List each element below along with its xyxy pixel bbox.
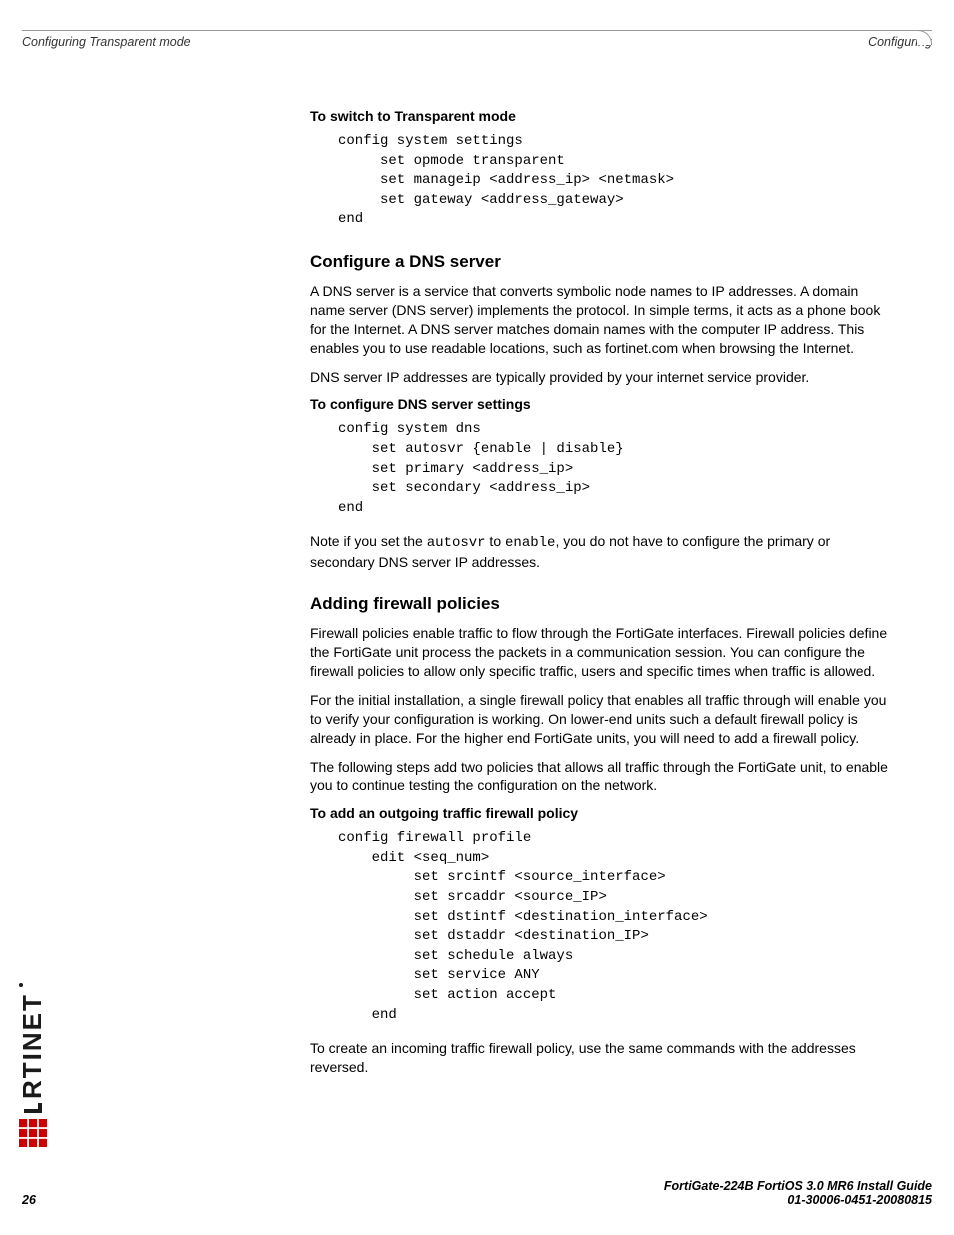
proc-dns-title: To configure DNS server settings: [310, 396, 890, 412]
proc-firewall-title: To add an outgoing traffic firewall poli…: [310, 805, 890, 821]
firewall-para3: The following steps add two policies tha…: [310, 758, 890, 796]
firewall-para4: To create an incoming traffic firewall p…: [310, 1039, 890, 1077]
section-dns-title: Configure a DNS server: [310, 252, 890, 272]
code-dns: config system dns set autosvr {enable | …: [338, 420, 890, 518]
dns-note: Note if you set the autosvr to enable, y…: [310, 532, 890, 572]
code-firewall: config firewall profile edit <seq_num> s…: [338, 829, 890, 1025]
page-number: 26: [22, 1193, 36, 1207]
document-page: Configuring Transparent mode Configuring…: [0, 0, 954, 1235]
fortinet-logo: RTINET: [17, 983, 48, 1147]
fortinet-logo-text: RTINET: [17, 993, 48, 1099]
page-footer: 26 FortiGate-224B FortiOS 3.0 MR6 Instal…: [22, 1179, 932, 1207]
header-left: Configuring Transparent mode: [22, 35, 191, 49]
section-firewall-title: Adding firewall policies: [310, 594, 890, 614]
proc-switch-mode-title: To switch to Transparent mode: [310, 108, 890, 124]
main-content: To switch to Transparent mode config sys…: [310, 108, 890, 1087]
fortinet-logo-f-icon: [24, 1103, 42, 1113]
firewall-para1: Firewall policies enable traffic to flow…: [310, 624, 890, 681]
fortinet-logo-icon: [19, 1119, 47, 1147]
doc-info: FortiGate-224B FortiOS 3.0 MR6 Install G…: [664, 1179, 932, 1207]
firewall-para2: For the initial installation, a single f…: [310, 691, 890, 748]
fortinet-logo-dot-icon: [19, 983, 23, 987]
dns-para2: DNS server IP addresses are typically pr…: [310, 368, 890, 387]
dns-para1: A DNS server is a service that converts …: [310, 282, 890, 358]
header-right: Configuring: [868, 35, 932, 49]
doc-title: FortiGate-224B FortiOS 3.0 MR6 Install G…: [664, 1179, 932, 1193]
doc-number: 01-30006-0451-20080815: [664, 1193, 932, 1207]
page-header: Configuring Transparent mode Configuring: [22, 30, 932, 49]
code-switch-mode: config system settings set opmode transp…: [338, 132, 890, 230]
